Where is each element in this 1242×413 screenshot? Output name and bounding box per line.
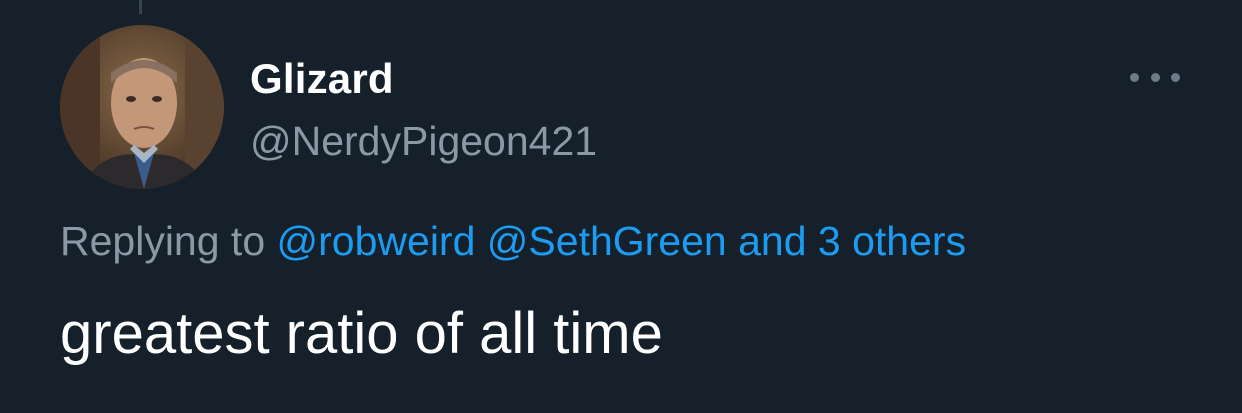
- tweet-text: greatest ratio of all time: [60, 301, 663, 366]
- others-link[interactable]: and 3 others: [738, 218, 966, 264]
- author-display-name[interactable]: Glizard: [250, 55, 394, 103]
- thread-connector-line: [139, 0, 142, 14]
- mention-link[interactable]: @robweird: [277, 218, 476, 264]
- replying-to-label: Replying to: [60, 218, 266, 264]
- author-avatar[interactable]: [60, 25, 224, 189]
- mention-link[interactable]: @SethGreen: [487, 218, 727, 264]
- ellipsis-icon: [1171, 72, 1180, 82]
- ellipsis-icon: [1130, 72, 1139, 82]
- ellipsis-icon: [1150, 72, 1160, 82]
- profile-photo-icon: [60, 25, 224, 189]
- author-handle[interactable]: @NerdyPigeon421: [250, 118, 597, 165]
- more-options-button[interactable]: [1130, 62, 1180, 92]
- reply-context: Replying to @robweird @SethGreen and 3 o…: [60, 218, 966, 265]
